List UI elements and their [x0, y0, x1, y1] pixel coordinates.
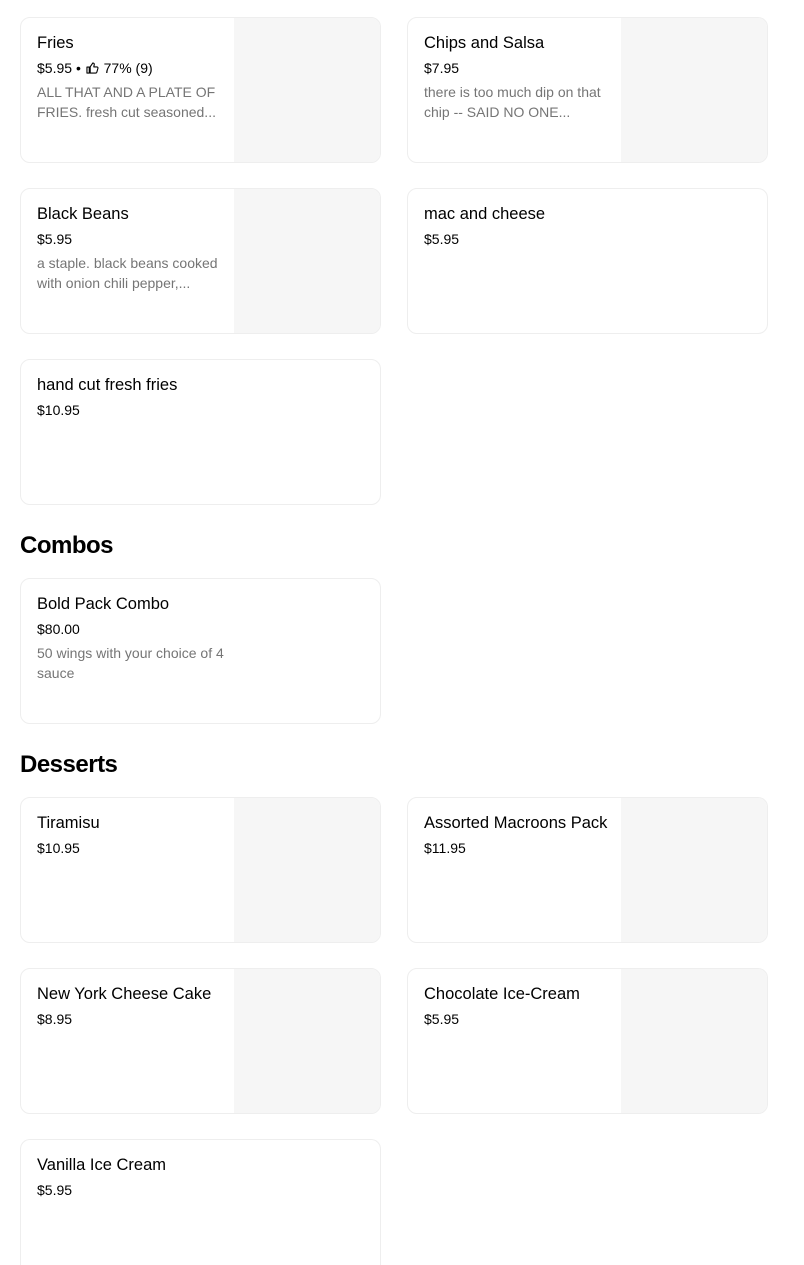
menu-item-chips-and-salsa[interactable]: Chips and Salsa $7.95 there is too much …: [407, 17, 768, 163]
item-name: New York Cheese Cake: [37, 985, 212, 1003]
menu-item-fries[interactable]: Fries $5.95 • 77% (9) ALL THAT AND A PLA…: [20, 17, 381, 163]
menu-item-tiramisu[interactable]: Tiramisu $10.95: [20, 797, 381, 943]
item-price-row: $5.95 • 77% (9): [37, 58, 227, 78]
item-image-placeholder: [234, 798, 380, 942]
menu-item-new-york-cheese-cake[interactable]: New York Cheese Cake $8.95: [20, 968, 381, 1114]
item-info: Assorted Macroons Pack $11.95: [424, 813, 614, 858]
item-price: $5.95: [37, 60, 73, 76]
item-image-placeholder: [621, 798, 767, 942]
item-name: Chips and Salsa: [424, 34, 545, 52]
separator-dot: •: [75, 60, 81, 76]
item-image-placeholder: [621, 969, 767, 1113]
item-description: 50 wings with your choice of 4 sauce: [37, 645, 224, 681]
menu-item-vanilla-ice-cream[interactable]: Vanilla Ice Cream $5.95: [20, 1139, 381, 1265]
section-title-desserts: Desserts: [20, 751, 118, 778]
item-image-placeholder: [234, 189, 380, 333]
item-price: $5.95: [37, 231, 73, 247]
menu-item-bold-pack-combo[interactable]: Bold Pack Combo $80.00 50 wings with you…: [20, 578, 381, 724]
section-title-combos: Combos: [20, 532, 114, 559]
item-name: Bold Pack Combo: [37, 595, 170, 613]
item-info: Chips and Salsa $7.95 there is too much …: [424, 33, 614, 122]
item-price: $5.95: [424, 231, 460, 247]
menu-item-chocolate-ice-cream[interactable]: Chocolate Ice-Cream $5.95: [407, 968, 768, 1114]
item-info: New York Cheese Cake $8.95: [37, 984, 227, 1029]
menu-item-hand-cut-fresh-fries[interactable]: hand cut fresh fries $10.95: [20, 359, 381, 505]
item-price: $7.95: [424, 60, 460, 76]
menu-item-mac-and-cheese[interactable]: mac and cheese $5.95: [407, 188, 768, 334]
item-name: Vanilla Ice Cream: [37, 1156, 166, 1174]
item-name: Tiramisu: [37, 814, 100, 832]
item-name: hand cut fresh fries: [37, 376, 178, 394]
item-image-placeholder: [621, 18, 767, 162]
item-image-placeholder: [234, 18, 380, 162]
item-info: hand cut fresh fries $10.95: [37, 375, 357, 420]
item-info: Vanilla Ice Cream $5.95: [37, 1155, 357, 1200]
item-info: Fries $5.95 • 77% (9) ALL THAT AND A PLA…: [37, 33, 227, 122]
item-price: $11.95: [424, 840, 466, 856]
item-name: Fries: [37, 34, 74, 52]
item-name: mac and cheese: [424, 205, 546, 223]
item-info: Chocolate Ice-Cream $5.95: [424, 984, 614, 1029]
item-description: there is too much dip on that chip -- SA…: [424, 84, 601, 120]
item-price: $10.95: [37, 840, 80, 856]
item-info: Tiramisu $10.95: [37, 813, 227, 858]
item-image-placeholder: [234, 969, 380, 1113]
item-info: Bold Pack Combo $80.00 50 wings with you…: [37, 594, 237, 683]
item-price: $5.95: [424, 1011, 460, 1027]
menu-item-black-beans[interactable]: Black Beans $5.95 a staple. black beans …: [20, 188, 381, 334]
item-price: $8.95: [37, 1011, 73, 1027]
item-name: Assorted Macroons Pack: [424, 814, 608, 832]
item-price: $80.00: [37, 621, 80, 637]
item-price: $5.95: [37, 1182, 73, 1198]
item-description: ALL THAT AND A PLATE OF FRIES. fresh cut…: [37, 84, 216, 120]
menu-item-assorted-macroons-pack[interactable]: Assorted Macroons Pack $11.95: [407, 797, 768, 943]
item-name: Black Beans: [37, 205, 129, 223]
item-name: Chocolate Ice-Cream: [424, 985, 580, 1003]
item-info: mac and cheese $5.95: [424, 204, 744, 249]
item-info: Black Beans $5.95 a staple. black beans …: [37, 204, 227, 293]
item-description: a staple. black beans cooked with onion …: [37, 255, 218, 291]
item-price: $10.95: [37, 402, 80, 418]
item-rating: 77% (9): [103, 60, 153, 76]
thumbs-up-icon: [86, 62, 99, 74]
